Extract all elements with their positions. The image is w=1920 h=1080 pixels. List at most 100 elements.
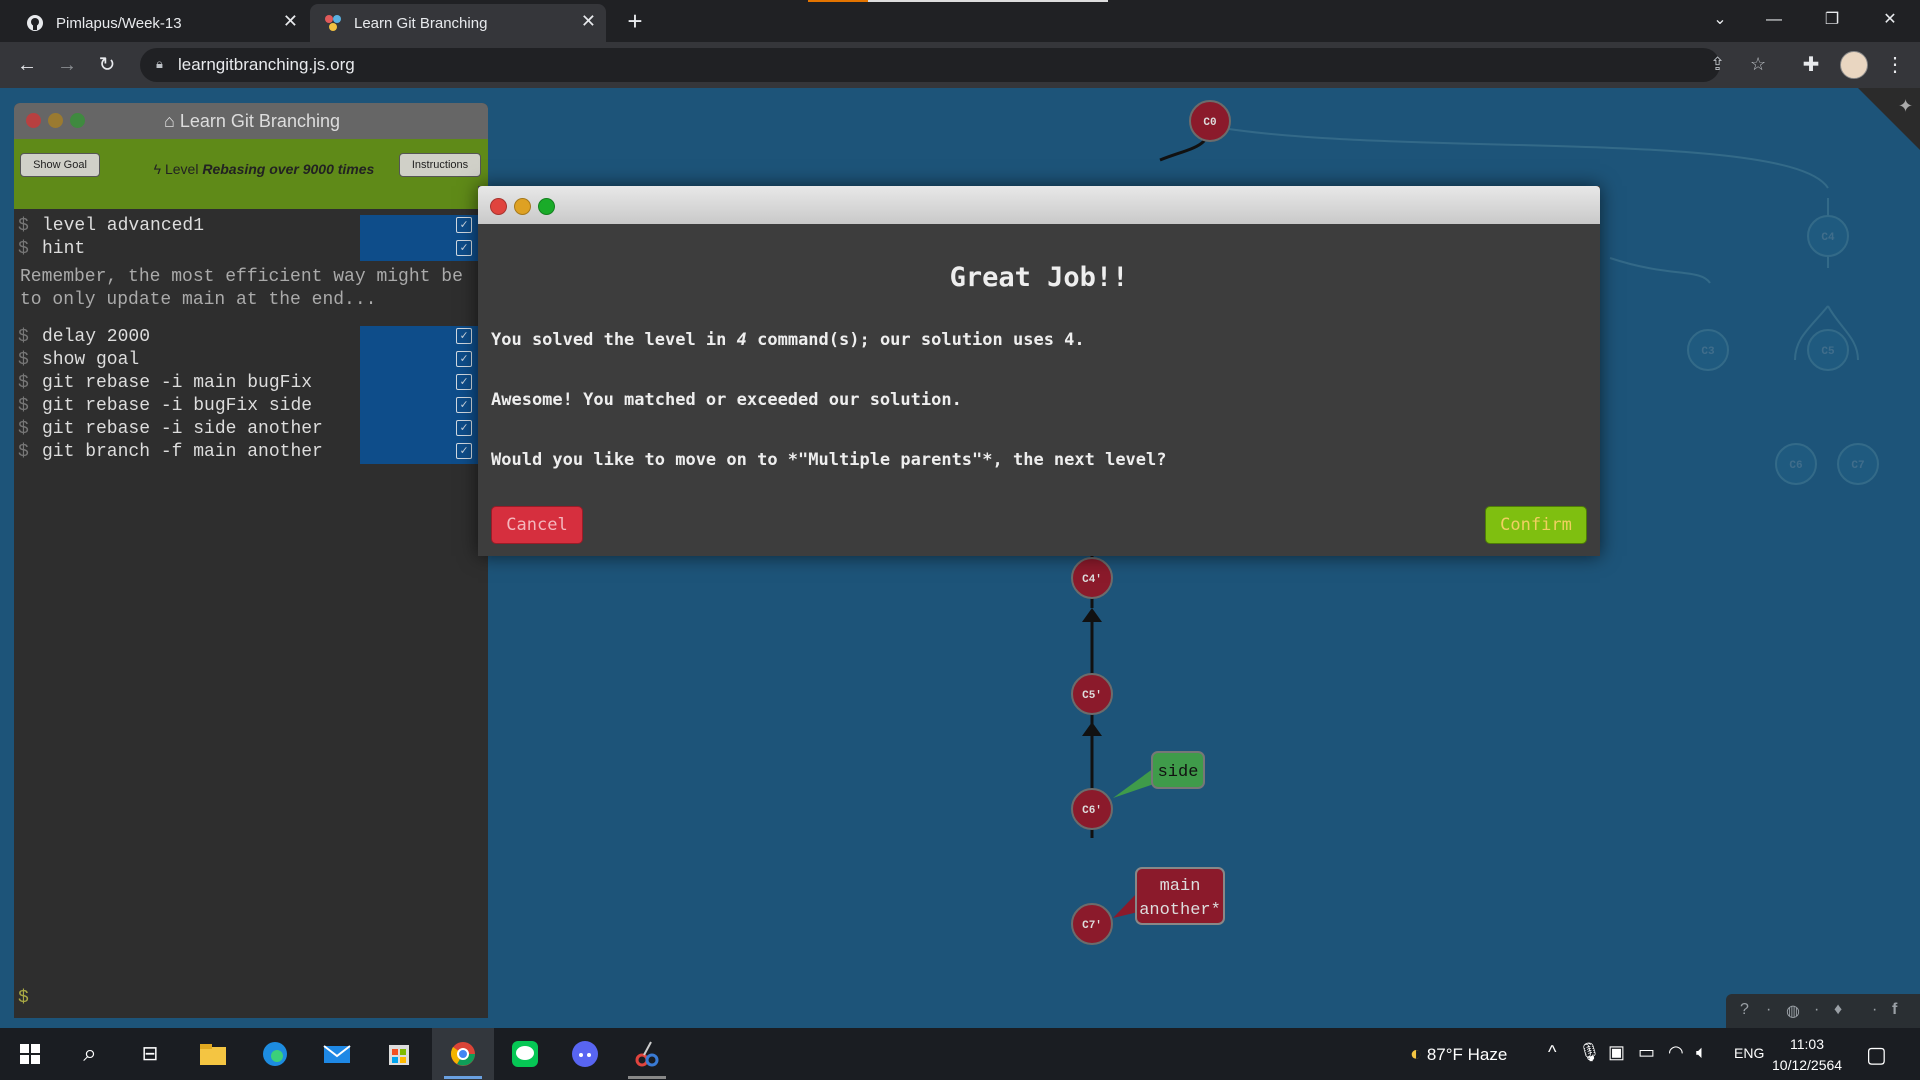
- share-icon[interactable]: ⇪: [1710, 54, 1725, 75]
- close-window-button[interactable]: ✕: [1870, 6, 1910, 34]
- minimize-button[interactable]: —: [1754, 6, 1794, 34]
- fork-ribbon[interactable]: ✦: [1858, 88, 1920, 150]
- address-bar-row: ← → ↻ 🔒︎ learngitbranching.js.org ⇪ ☆ ✚ …: [0, 42, 1920, 88]
- modal-line-next-level: Would you like to move on to *"Multiple …: [491, 450, 1167, 470]
- command-row: $ show goal ✓: [14, 349, 488, 372]
- weather-sun-icon: ◐: [1410, 1043, 1423, 1065]
- edge-icon[interactable]: [257, 1038, 293, 1070]
- task-view-icon[interactable]: ⊟: [132, 1038, 168, 1070]
- confirm-button[interactable]: Confirm: [1485, 506, 1587, 544]
- browser-tab-bar: Pimlapus/Week-13 ✕ Learn Git Branching ✕…: [0, 0, 1920, 42]
- commit-label: C5': [1082, 690, 1102, 702]
- command-text: git branch -f main another: [42, 442, 323, 462]
- facebook-icon[interactable]: f: [1892, 1001, 1897, 1019]
- chrome-icon[interactable]: [445, 1038, 481, 1070]
- new-tab-button[interactable]: +: [620, 4, 650, 38]
- windows-taskbar: ⌕ ⊟ ◐ 87°F Haze ^ 🎙︎ ▣ ▭ ◠ 🔈︎ ENG 11:03 …: [0, 1028, 1920, 1080]
- extensions-icon[interactable]: ✚: [1796, 50, 1826, 80]
- commit-label: C7': [1082, 920, 1102, 932]
- weather-widget[interactable]: ◐ 87°F Haze: [1410, 1043, 1507, 1066]
- tab-search-icon[interactable]: ⌄: [1700, 6, 1740, 34]
- browser-tab-learn-git-branching[interactable]: Learn Git Branching ✕: [310, 4, 606, 42]
- command-text: git rebase -i main bugFix: [42, 373, 313, 393]
- loading-indicator-progress: [808, 0, 868, 2]
- side-branch-arrow: [1113, 768, 1154, 798]
- close-dot[interactable]: [490, 198, 507, 215]
- browser-tab-github[interactable]: Pimlapus/Week-13 ✕: [12, 4, 308, 42]
- helper-bar: ? · ◍ · ♦ · f: [1726, 994, 1920, 1028]
- faded-commit-label: C7: [1851, 460, 1864, 472]
- command-text: git rebase -i bugFix side: [42, 396, 313, 416]
- tab-title: Learn Git Branching: [354, 15, 488, 32]
- faded-commit-label: C3: [1701, 346, 1715, 358]
- commit-label: C4': [1082, 574, 1102, 586]
- lock-icon[interactable]: 🔒︎: [156, 56, 163, 72]
- minimize-dot[interactable]: [48, 113, 63, 128]
- faded-commit-label: C6: [1789, 460, 1802, 472]
- level-bar: Show Goal ϟ Level Rebasing over 9000 tim…: [14, 139, 488, 209]
- mail-icon[interactable]: [319, 1038, 355, 1070]
- command-prompt[interactable]: $: [18, 988, 29, 1008]
- globe-icon[interactable]: ◍: [1786, 1001, 1800, 1021]
- faded-commit-label: C4: [1821, 232, 1835, 244]
- snipping-tool-icon[interactable]: [629, 1038, 665, 1070]
- url-text[interactable]: learngitbranching.js.org: [178, 55, 355, 75]
- bookmark-star-icon[interactable]: ☆: [1750, 54, 1766, 75]
- commit-label: C0: [1203, 117, 1216, 129]
- battery-icon[interactable]: ▭: [1638, 1042, 1655, 1063]
- discord-icon[interactable]: [567, 1038, 603, 1070]
- instructions-button[interactable]: Instructions: [399, 153, 481, 177]
- maximize-dot[interactable]: [538, 198, 555, 215]
- close-tab-icon[interactable]: ✕: [581, 11, 596, 32]
- twitter-icon[interactable]: ♦: [1834, 1001, 1842, 1019]
- back-arrow-icon[interactable]: ←: [12, 50, 42, 80]
- checkbox-icon: ✓: [456, 217, 472, 233]
- system-clock[interactable]: 11:03 10/12/2564: [1772, 1034, 1842, 1076]
- modal-title-bar: [478, 186, 1600, 224]
- tab-title: Pimlapus/Week-13: [56, 15, 182, 32]
- level-name: Rebasing over 9000 times: [202, 161, 375, 177]
- chevron-up-icon[interactable]: ^: [1548, 1042, 1556, 1063]
- restore-button[interactable]: ❐: [1812, 6, 1852, 34]
- puzzle-icon: ✦: [1898, 96, 1913, 117]
- home-icon: ⌂: [164, 111, 175, 131]
- wifi-icon[interactable]: ◠: [1668, 1042, 1684, 1063]
- omnibox[interactable]: 🔒︎ learngitbranching.js.org ⇪ ☆: [140, 48, 1766, 82]
- maximize-dot[interactable]: [70, 113, 85, 128]
- menu-kebab-icon[interactable]: ⋮: [1880, 50, 1910, 80]
- profile-avatar[interactable]: [1840, 51, 1868, 79]
- line-app-icon[interactable]: [507, 1038, 543, 1070]
- notifications-icon[interactable]: ▢: [1866, 1042, 1887, 1068]
- commit-label: C6': [1082, 805, 1102, 817]
- meet-now-icon[interactable]: ▣: [1608, 1042, 1625, 1063]
- branch-label-another: another*: [1139, 901, 1221, 920]
- modal-line-solved: You solved the level in 4 command(s); ou…: [491, 330, 1085, 350]
- branch-label-main: main: [1160, 877, 1201, 896]
- checkbox-icon: ✓: [456, 397, 472, 413]
- file-explorer-icon[interactable]: [195, 1038, 231, 1070]
- checkbox-icon: ✓: [456, 351, 472, 367]
- open-app-indicator: [628, 1076, 666, 1079]
- show-goal-button[interactable]: Show Goal: [20, 153, 100, 177]
- checkbox-icon: ✓: [456, 240, 472, 256]
- windows-start-icon[interactable]: [12, 1038, 48, 1070]
- language-indicator[interactable]: ENG: [1734, 1045, 1764, 1061]
- minimize-dot[interactable]: [514, 198, 531, 215]
- level-complete-modal: Great Job!! You solved the level in 4 co…: [478, 186, 1600, 556]
- store-icon[interactable]: [381, 1038, 417, 1070]
- command-row: $ git rebase -i main bugFix ✓: [14, 372, 488, 395]
- reload-icon[interactable]: ↻: [92, 50, 122, 80]
- microphone-icon[interactable]: 🎙︎: [1578, 1042, 1601, 1063]
- volume-icon[interactable]: 🔈︎: [1696, 1042, 1707, 1063]
- checkbox-icon: ✓: [456, 374, 472, 390]
- close-tab-icon[interactable]: ✕: [283, 11, 298, 32]
- close-dot[interactable]: [26, 113, 41, 128]
- checkbox-icon: ✓: [456, 443, 472, 459]
- help-icon[interactable]: ?: [1740, 1001, 1749, 1019]
- command-row: $ delay 2000 ✓: [14, 326, 488, 349]
- modal-line-awesome: Awesome! You matched or exceeded our sol…: [491, 390, 962, 410]
- search-icon[interactable]: ⌕: [72, 1038, 108, 1070]
- cancel-button[interactable]: Cancel: [491, 506, 583, 544]
- forward-arrow-icon[interactable]: →: [52, 50, 82, 80]
- command-row: $ git rebase -i bugFix side ✓: [14, 395, 488, 418]
